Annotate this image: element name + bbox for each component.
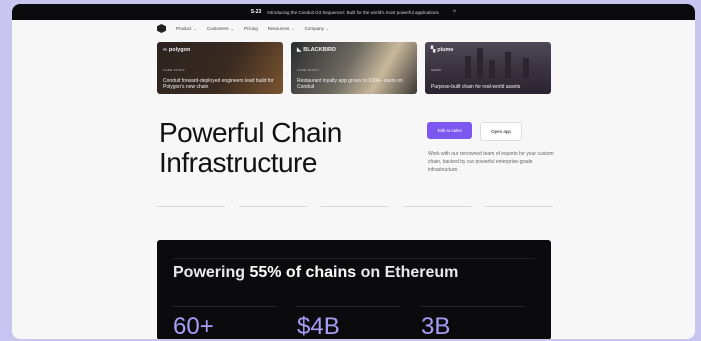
stats-section: Powering 55% of chains on Ethereum 60+ $…	[157, 240, 551, 339]
nav-item-product[interactable]: Product ⌄	[176, 26, 197, 31]
card-polygon[interactable]: ∞ polygon CASE STUDY Conduit forward-dep…	[157, 42, 283, 94]
nav-label: Resources	[267, 26, 290, 31]
stats-headline-highlight: 55% of chains	[249, 264, 357, 281]
announcement-text[interactable]: Introducing the Conduit G3 Sequencer: Bu…	[267, 10, 438, 15]
partner-logo-slot	[485, 206, 553, 225]
hero-description: Work with our renowned team of experts f…	[428, 151, 554, 173]
nav-label: Company	[304, 26, 324, 31]
chevron-down-icon: ⌄	[193, 26, 197, 31]
hero-title: Powerful Chain Infrastructure	[159, 118, 342, 178]
card-category: NEWS	[431, 68, 442, 72]
hero-cta-group: Talk to sales Open app	[427, 122, 522, 141]
nav-item-resources[interactable]: Resources ⌄	[268, 26, 295, 31]
partner-logo-slot	[321, 206, 389, 225]
partner-logo-slot	[157, 206, 225, 225]
nav-label: Product	[176, 26, 192, 31]
card-title: Purpose-built chain for real-world asset…	[431, 84, 521, 90]
stats-headline: Powering 55% of chains on Ethereum	[173, 264, 459, 281]
section-divider	[173, 258, 535, 259]
stat-transactions: 3B	[421, 306, 525, 339]
partner-logo-slot	[403, 206, 471, 225]
building-shape	[465, 56, 471, 78]
building-shape	[523, 58, 529, 78]
hero-title-line1: Powerful Chain	[159, 117, 342, 148]
chevron-down-icon: ⌄	[325, 26, 330, 31]
card-category: CASE STUDY	[297, 68, 320, 72]
partner-logos-row	[157, 206, 553, 225]
polygon-icon: ∞	[163, 47, 167, 53]
nav-label: Customers	[206, 26, 229, 31]
stats-row: 60+ $4B 3B	[173, 306, 525, 339]
building-shape	[505, 52, 511, 78]
chevron-down-icon: ⌄	[230, 26, 234, 31]
building-shape	[489, 60, 495, 78]
building-shape	[477, 48, 483, 78]
nav-item-customers[interactable]: Customers ⌄	[207, 26, 234, 31]
close-icon[interactable]: ×	[453, 9, 457, 15]
open-app-button[interactable]: Open app	[480, 122, 522, 141]
nav-item-pricing[interactable]: Pricing	[244, 26, 258, 31]
hero-title-line2: Infrastructure	[159, 147, 317, 178]
card-blackbird[interactable]: ◣ BLACKBIRD CASE STUDY Restaurant loyalt…	[291, 42, 417, 94]
chevron-down-icon: ⌄	[291, 26, 295, 31]
conduit-logo-icon[interactable]	[157, 24, 166, 33]
announcement-bar[interactable]: S-23 Introducing the Conduit G3 Sequence…	[12, 4, 695, 20]
top-nav: Product ⌄ Customers ⌄ Pricing Resources …	[157, 24, 329, 33]
card-title: Conduit forward-deployed engineers lead …	[163, 78, 274, 90]
nav-item-company[interactable]: Company ⌄	[305, 26, 330, 31]
talk-to-sales-button[interactable]: Talk to sales	[427, 122, 472, 139]
stat-chains: 60+	[173, 306, 277, 339]
card-plume[interactable]: ▚ plume NEWS Purpose-built chain for rea…	[425, 42, 551, 94]
blackbird-icon: ◣	[297, 47, 302, 53]
stat-value-secured: $4B	[297, 306, 401, 339]
partner-logo-slot	[239, 206, 307, 225]
announcement-badge: S-23	[250, 9, 262, 15]
featured-cards: ∞ polygon CASE STUDY Conduit forward-dep…	[157, 42, 551, 94]
card-category: CASE STUDY	[163, 68, 186, 72]
plume-logo: ▚ plume	[431, 47, 454, 53]
polygon-logo: ∞ polygon	[163, 47, 191, 53]
browser-window: S-23 Introducing the Conduit G3 Sequence…	[12, 4, 695, 339]
blackbird-logo: ◣ BLACKBIRD	[297, 47, 336, 53]
card-title: Restaurant loyalty app grows to 100k+ us…	[297, 78, 403, 90]
plume-icon: ▚	[431, 47, 436, 53]
nav-label: Pricing	[244, 26, 258, 31]
